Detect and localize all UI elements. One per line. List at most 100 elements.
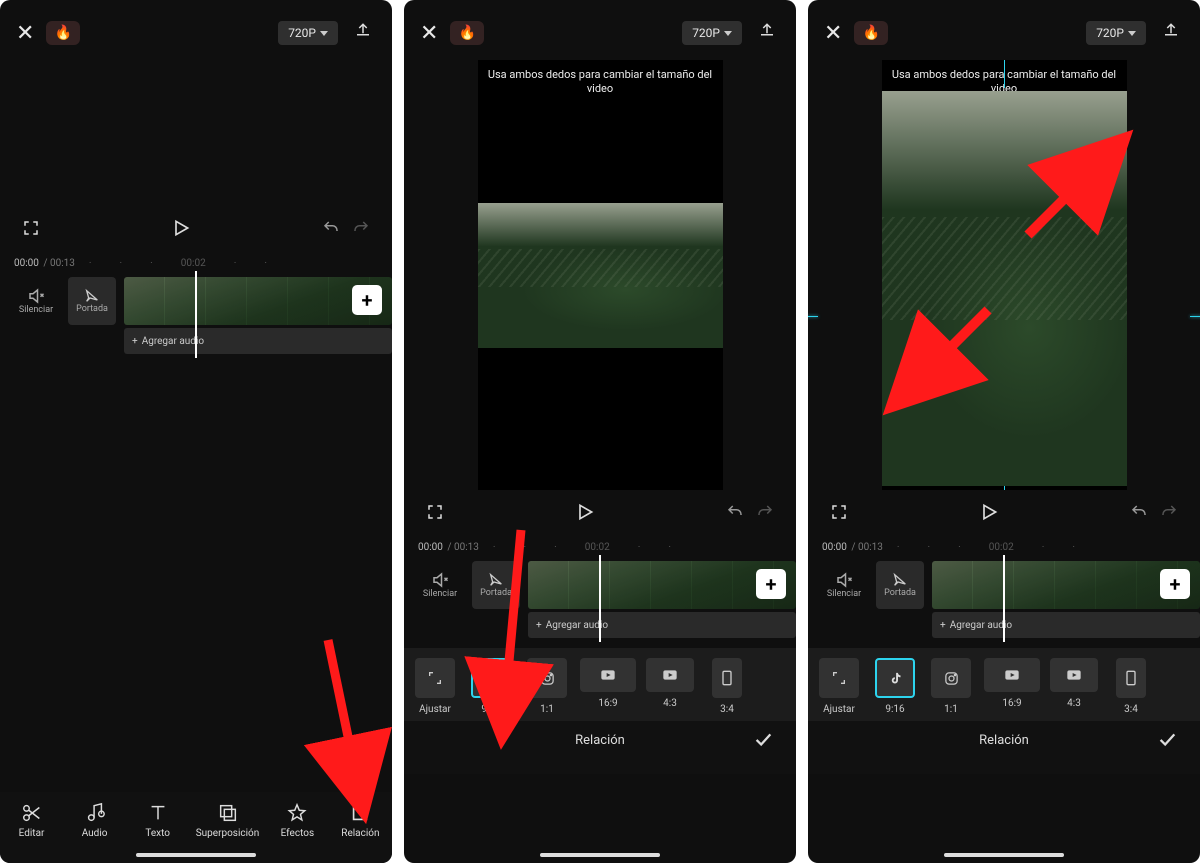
add-audio-button[interactable]: +Agregar audio bbox=[124, 328, 392, 354]
timeline-tracks: Silenciar Portada + +Agregar audio bbox=[404, 555, 796, 642]
export-button[interactable] bbox=[350, 18, 376, 48]
fullscreen-button[interactable] bbox=[16, 213, 46, 247]
add-media-button[interactable]: + bbox=[1160, 569, 1190, 599]
ratio-4-3[interactable]: 4:3 bbox=[1050, 658, 1098, 715]
mute-button[interactable]: Silenciar bbox=[12, 277, 60, 325]
canvas-9-16[interactable]: Usa ambos dedos para cambiar el tamaño d… bbox=[882, 60, 1127, 490]
time-ruler: 00:00 / 00:13 ··· 00:02 ·· bbox=[0, 254, 392, 271]
video-preview[interactable] bbox=[882, 91, 1127, 486]
playhead[interactable] bbox=[599, 555, 601, 642]
ratio-4-3[interactable]: 4:3 bbox=[646, 658, 694, 715]
fullscreen-button[interactable] bbox=[824, 497, 854, 531]
play-button[interactable] bbox=[973, 496, 1005, 532]
tool-edit[interactable]: Editar bbox=[7, 802, 57, 839]
add-audio-button[interactable]: +Agregar audio bbox=[528, 612, 796, 638]
confirm-button[interactable] bbox=[1156, 728, 1178, 754]
home-indicator bbox=[136, 853, 256, 857]
video-clip[interactable]: + bbox=[932, 561, 1200, 609]
ratio-1-1[interactable]: 1:1 bbox=[524, 658, 570, 715]
tool-text[interactable]: Texto bbox=[133, 802, 183, 839]
topbar: ✕ 🔥 720P bbox=[404, 0, 796, 56]
ratio-3-4[interactable]: 3:4 bbox=[1108, 658, 1154, 715]
video-preview[interactable] bbox=[478, 203, 723, 348]
ratio-title: Relación bbox=[828, 733, 1180, 748]
tool-effects[interactable]: Efectos bbox=[272, 802, 322, 839]
cover-button[interactable]: Portada bbox=[876, 561, 924, 609]
text-icon bbox=[147, 802, 169, 824]
close-button[interactable]: ✕ bbox=[420, 21, 438, 46]
trending-button[interactable]: 🔥 bbox=[46, 21, 79, 45]
add-audio-button[interactable]: +Agregar audio bbox=[932, 612, 1200, 638]
video-clip[interactable]: + bbox=[528, 561, 796, 609]
timeline-tracks: Silenciar Portada + +Agregar audio bbox=[808, 555, 1200, 642]
redo-button[interactable] bbox=[346, 213, 376, 247]
resolution-selector[interactable]: 720P bbox=[1086, 21, 1146, 45]
ratio-16-9[interactable]: 16:9 bbox=[984, 658, 1040, 715]
export-button[interactable] bbox=[754, 18, 780, 48]
tool-label: Efectos bbox=[281, 828, 315, 839]
tool-audio[interactable]: Audio bbox=[70, 802, 120, 839]
preview-area: Usa ambos dedos para cambiar el tamaño d… bbox=[404, 56, 796, 490]
ruler-marks: ··· 00:02 ·· bbox=[89, 258, 378, 269]
add-media-button[interactable]: + bbox=[352, 285, 382, 315]
timeline: 00:00 / 00:13 ··· 00:02 ·· Silenciar Por… bbox=[0, 250, 392, 358]
tool-overlay[interactable]: Superposición bbox=[196, 802, 260, 839]
ratio-16-9[interactable]: 16:9 bbox=[580, 658, 636, 715]
resolution-label: 720P bbox=[1096, 26, 1124, 40]
redo-button[interactable] bbox=[1154, 497, 1184, 531]
time-current: 00:00 bbox=[418, 542, 443, 553]
play-button[interactable] bbox=[165, 212, 197, 248]
ratio-adjust[interactable]: Ajustar bbox=[412, 658, 458, 715]
ratio-3-4[interactable]: 3:4 bbox=[704, 658, 750, 715]
alignment-guide bbox=[1190, 316, 1200, 317]
ruler-mark: 00:02 bbox=[181, 258, 206, 269]
playhead[interactable] bbox=[195, 271, 197, 358]
close-button[interactable]: ✕ bbox=[824, 21, 842, 46]
resolution-label: 720P bbox=[288, 26, 316, 40]
cover-button[interactable]: Portada bbox=[68, 277, 116, 325]
resolution-selector[interactable]: 720P bbox=[278, 21, 338, 45]
video-clip[interactable]: + bbox=[124, 277, 392, 325]
undo-button[interactable] bbox=[1124, 497, 1154, 531]
ratio-9-16[interactable]: 9:16 bbox=[872, 658, 918, 715]
playhead[interactable] bbox=[1003, 555, 1005, 642]
screen-2: ✕ 🔥 720P Usa ambos dedos para cambiar el… bbox=[404, 0, 796, 863]
timeline: 00:00 / 00:13 ···00:02·· Silenciar Porta… bbox=[808, 534, 1200, 642]
confirm-button[interactable] bbox=[752, 728, 774, 754]
cover-label: Portada bbox=[76, 304, 108, 314]
mute-label: Silenciar bbox=[423, 589, 457, 599]
canvas-9-16[interactable]: Usa ambos dedos para cambiar el tamaño d… bbox=[478, 60, 723, 490]
timeline: 00:00 / 00:13 ···00:02·· Silenciar Porta… bbox=[404, 534, 796, 642]
export-button[interactable] bbox=[1158, 18, 1184, 48]
add-media-button[interactable]: + bbox=[756, 569, 786, 599]
undo-button[interactable] bbox=[316, 213, 346, 247]
trending-button[interactable]: 🔥 bbox=[450, 21, 483, 45]
cover-button[interactable]: Portada bbox=[472, 561, 520, 609]
alignment-guide bbox=[1004, 60, 1005, 88]
chevron-down-icon bbox=[724, 31, 732, 36]
resolution-selector[interactable]: 720P bbox=[682, 21, 742, 45]
time-sep: / bbox=[41, 258, 50, 269]
mute-button[interactable]: Silenciar bbox=[416, 561, 464, 609]
screen-3: ✕ 🔥 720P Usa ambos dedos para cambiar el… bbox=[808, 0, 1200, 863]
resolution-label: 720P bbox=[692, 26, 720, 40]
play-button[interactable] bbox=[569, 496, 601, 532]
home-indicator bbox=[944, 853, 1064, 857]
redo-button[interactable] bbox=[750, 497, 780, 531]
time-total: 00:13 bbox=[858, 542, 883, 553]
ratio-adjust[interactable]: Ajustar bbox=[816, 658, 862, 715]
trending-button[interactable]: 🔥 bbox=[854, 21, 887, 45]
annotation-arrow bbox=[310, 640, 380, 809]
tool-ratio[interactable]: Relación bbox=[335, 802, 385, 839]
timeline-tracks: Silenciar Portada + +Agregar audio bbox=[0, 271, 392, 358]
ratio-9-16[interactable]: 9:16 bbox=[468, 658, 514, 715]
chevron-down-icon bbox=[320, 31, 328, 36]
ratio-1-1[interactable]: 1:1 bbox=[928, 658, 974, 715]
fullscreen-button[interactable] bbox=[420, 497, 450, 531]
close-button[interactable]: ✕ bbox=[16, 21, 34, 46]
chevron-down-icon bbox=[1128, 31, 1136, 36]
preview-area: Usa ambos dedos para cambiar el tamaño d… bbox=[808, 56, 1200, 490]
mute-button[interactable]: Silenciar bbox=[820, 561, 868, 609]
screen-1: ✕ 🔥 720P bbox=[0, 0, 392, 863]
undo-button[interactable] bbox=[720, 497, 750, 531]
